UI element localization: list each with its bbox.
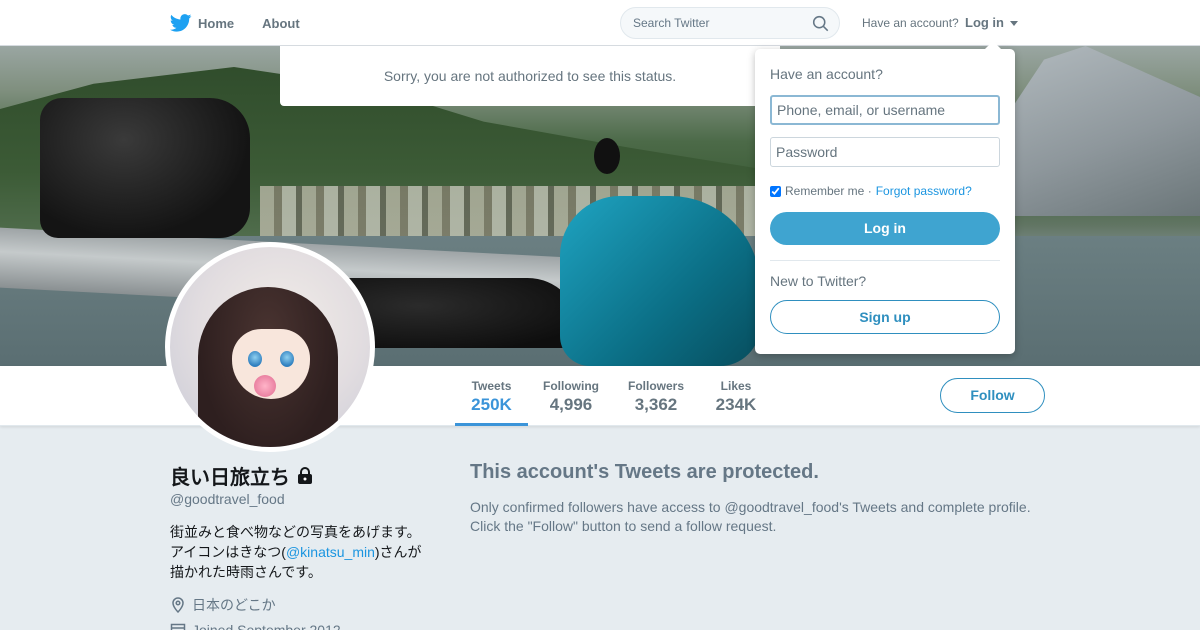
- login-dropdown: Have an account? Remember me · Forgot pa…: [755, 41, 1015, 354]
- nav-about[interactable]: About: [262, 16, 300, 31]
- caret-down-icon: [1009, 21, 1018, 27]
- login-dropdown-toggle[interactable]: Log in: [965, 15, 1018, 30]
- not-authorized-banner: Sorry, you are not authorized to see thi…: [280, 46, 780, 106]
- login-dropdown-title: Have an account?: [770, 66, 883, 82]
- stat-likes[interactable]: Likes 234K: [708, 366, 764, 426]
- stat-tweets-label: Tweets: [471, 379, 512, 393]
- nav-home[interactable]: Home: [170, 14, 234, 32]
- password-field[interactable]: [770, 137, 1000, 167]
- bio-line: アイコンはきなつ(@kinatsu_min)さんが: [170, 542, 440, 562]
- bio-text: アイコンはきなつ(: [170, 544, 286, 560]
- profile-bio: 街並みと食べ物などの写真をあげます。 アイコンはきなつ(@kinatsu_min…: [170, 522, 440, 582]
- stat-likes-value: 234K: [715, 395, 757, 414]
- remember-me-row: Remember me · Forgot password?: [770, 184, 972, 198]
- search-box: [620, 7, 840, 39]
- bio-line: 描かれた時雨さんです。: [170, 564, 322, 580]
- top-navigation: Home About Have an account? Log in: [0, 0, 1200, 46]
- calendar-icon: [170, 623, 186, 630]
- profile-name: 良い日旅立ち: [170, 461, 314, 490]
- bio-line: 街並みと食べ物などの写真をあげます。: [170, 524, 421, 540]
- stat-following-label: Following: [543, 379, 599, 393]
- banner-top-case: [40, 98, 250, 238]
- banner-mirror: [594, 138, 620, 174]
- signup-button[interactable]: Sign up: [770, 300, 1000, 334]
- location-pin-icon: [172, 597, 184, 613]
- stat-following[interactable]: Following 4,996: [537, 366, 605, 426]
- have-account-text: Have an account?: [862, 16, 959, 30]
- login-button[interactable]: Log in: [770, 212, 1000, 245]
- forgot-password-link[interactable]: Forgot password?: [876, 184, 972, 198]
- profile-joined-text: Joined September 2012: [192, 622, 341, 630]
- new-to-twitter-text: New to Twitter?: [770, 273, 867, 289]
- lock-icon: [298, 466, 312, 484]
- profile-handle[interactable]: @goodtravel_food: [170, 491, 285, 507]
- login-toggle-label: Log in: [965, 15, 1004, 30]
- search-icon[interactable]: [812, 15, 829, 32]
- profile-location-text: 日本のどこか: [192, 597, 276, 613]
- stat-followers-label: Followers: [627, 379, 684, 393]
- protected-description: Only confirmed followers have access to …: [470, 498, 1070, 536]
- follow-button[interactable]: Follow: [940, 378, 1045, 413]
- nav-links: Home About: [170, 0, 328, 46]
- nav-about-label: About: [262, 15, 300, 31]
- protected-title: This account's Tweets are protected.: [470, 461, 819, 483]
- nav-home-label: Home: [198, 15, 235, 31]
- not-authorized-text: Sorry, you are not authorized to see thi…: [383, 68, 677, 84]
- avatar[interactable]: [165, 242, 375, 452]
- avatar-eye-left: [248, 351, 262, 367]
- remember-separator: ·: [867, 184, 872, 198]
- stat-tweets-value: 250K: [471, 395, 512, 414]
- stat-likes-label: Likes: [720, 379, 752, 393]
- profile-joined: Joined September 2012: [170, 622, 341, 630]
- avatar-eye-right: [280, 351, 294, 367]
- profile-name-text[interactable]: 良い日旅立ち: [170, 461, 290, 490]
- profile-location: 日本のどこか: [170, 595, 276, 615]
- stat-followers[interactable]: Followers 3,362: [622, 366, 690, 426]
- bio-text: )さんが: [374, 544, 422, 560]
- remember-me-checkbox[interactable]: [770, 185, 781, 197]
- stat-followers-value: 3,362: [634, 395, 678, 414]
- banner-scooter: [560, 196, 760, 366]
- protected-line: Click the "Follow" button to send a foll…: [470, 518, 777, 534]
- protected-line: Only confirmed followers have access to …: [470, 499, 1031, 515]
- twitter-bird-icon: [170, 14, 192, 32]
- stat-following-value: 4,996: [549, 395, 593, 414]
- bio-mention-link[interactable]: @kinatsu_min: [286, 544, 375, 560]
- avatar-candy: [254, 375, 276, 397]
- username-field[interactable]: [770, 95, 1000, 125]
- stat-tweets[interactable]: Tweets 250K: [455, 366, 528, 426]
- search-input[interactable]: [633, 16, 803, 30]
- remember-me-label[interactable]: Remember me: [785, 184, 864, 198]
- dropdown-divider: [770, 260, 1000, 261]
